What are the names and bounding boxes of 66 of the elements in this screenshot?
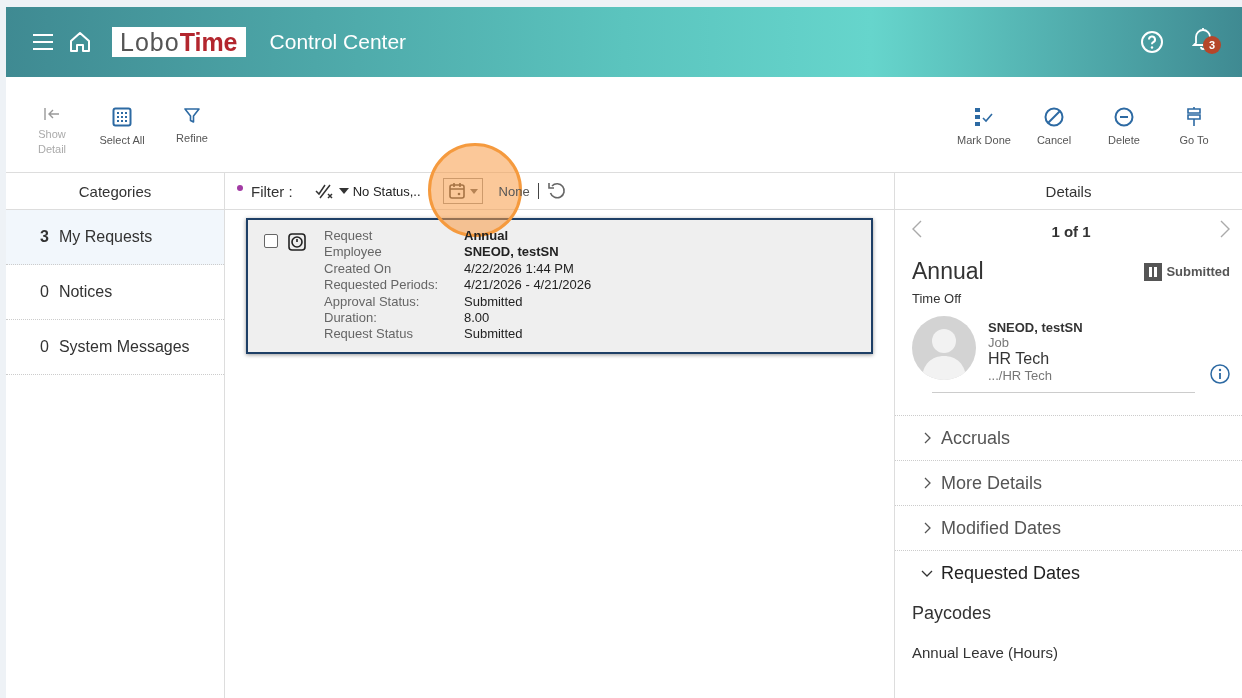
field-value: 8.00 xyxy=(464,310,491,327)
pause-icon xyxy=(1144,262,1163,281)
minus-circle-icon xyxy=(1114,107,1134,127)
job-title: HR Tech xyxy=(988,350,1051,368)
employee-name: SNEOD, testSN xyxy=(988,320,1084,335)
date-filter-dropdown[interactable] xyxy=(442,178,483,204)
status-text: Submitted xyxy=(1166,264,1230,279)
section-header[interactable]: Accruals xyxy=(895,415,1242,460)
calendar-icon xyxy=(447,182,466,200)
request-type: Time Off xyxy=(912,291,963,306)
field-label: Created On xyxy=(324,260,393,278)
column-title: Details xyxy=(1045,182,1092,200)
checklist-icon xyxy=(974,107,994,127)
page-counter: 1 of 1 xyxy=(1051,222,1091,240)
field-value: 4/22/2026 1:44 PM xyxy=(464,260,575,278)
collapse-arrow-icon xyxy=(43,107,61,121)
section-header[interactable]: Requested Dates xyxy=(895,550,1242,595)
column-title: Categories xyxy=(78,182,152,200)
status-filter-dropdown[interactable]: No Status,.. xyxy=(314,183,421,199)
field-label: Request xyxy=(324,228,374,245)
field-value: Submitted xyxy=(464,293,524,311)
menu-icon[interactable] xyxy=(32,33,54,51)
field-value: Submitted xyxy=(464,326,524,343)
paycode-name: Annual Leave (Hours) xyxy=(911,644,1059,661)
go-to-button[interactable]: Go To xyxy=(1162,107,1226,172)
field-value: SNEOD, testSN xyxy=(464,244,560,261)
prohibited-icon xyxy=(1044,107,1064,127)
notifications-button[interactable]: 3 xyxy=(1192,26,1220,58)
filter-dot-icon xyxy=(237,185,243,191)
signpost-icon xyxy=(1185,107,1203,127)
mark-done-button[interactable]: Mark Done xyxy=(952,107,1016,172)
checkbox[interactable] xyxy=(264,234,278,248)
refine-button[interactable]: Refine xyxy=(160,107,224,172)
filter-label: Filter : xyxy=(251,182,293,200)
delete-button[interactable]: Delete xyxy=(1092,107,1156,172)
cancel-button[interactable]: Cancel xyxy=(1022,107,1086,172)
bell-icon xyxy=(1192,26,1214,50)
caret-icon xyxy=(469,188,478,194)
category-item[interactable]: 0 Notices xyxy=(6,265,224,320)
request-title: Annual xyxy=(912,258,984,285)
help-icon[interactable] xyxy=(1140,30,1164,54)
field-label: Duration: xyxy=(324,310,378,327)
field-label: Employee xyxy=(324,244,383,261)
section-header[interactable]: Modified Dates xyxy=(895,505,1242,550)
clock-icon xyxy=(288,233,306,251)
filter-icon xyxy=(183,107,201,125)
grid-icon xyxy=(112,107,132,127)
paycodes-heading: Paycodes xyxy=(911,603,993,624)
field-value: 4/21/2026 - 4/21/2026 xyxy=(464,277,592,294)
category-item[interactable]: 0 System Messages xyxy=(6,320,224,375)
job-path: .../HR Tech xyxy=(988,368,1054,383)
info-icon[interactable] xyxy=(1210,364,1230,384)
home-icon[interactable] xyxy=(68,30,92,54)
app-logo: LoboTime xyxy=(112,27,246,57)
field-label: Requested Periods: xyxy=(324,277,440,294)
page-title: Control Center xyxy=(269,30,407,54)
job-label: Job xyxy=(988,335,1010,350)
caret-icon xyxy=(338,188,349,194)
select-all-button[interactable]: Select All xyxy=(90,107,154,172)
section-header[interactable]: More Details xyxy=(895,460,1242,505)
notification-count: 3 xyxy=(1203,36,1221,54)
reset-icon[interactable] xyxy=(546,181,567,201)
field-label: Approval Status: xyxy=(324,293,421,311)
status-icon xyxy=(314,183,335,199)
field-label: Request Status xyxy=(324,326,414,343)
category-item[interactable]: 3 My Requests xyxy=(6,210,224,265)
